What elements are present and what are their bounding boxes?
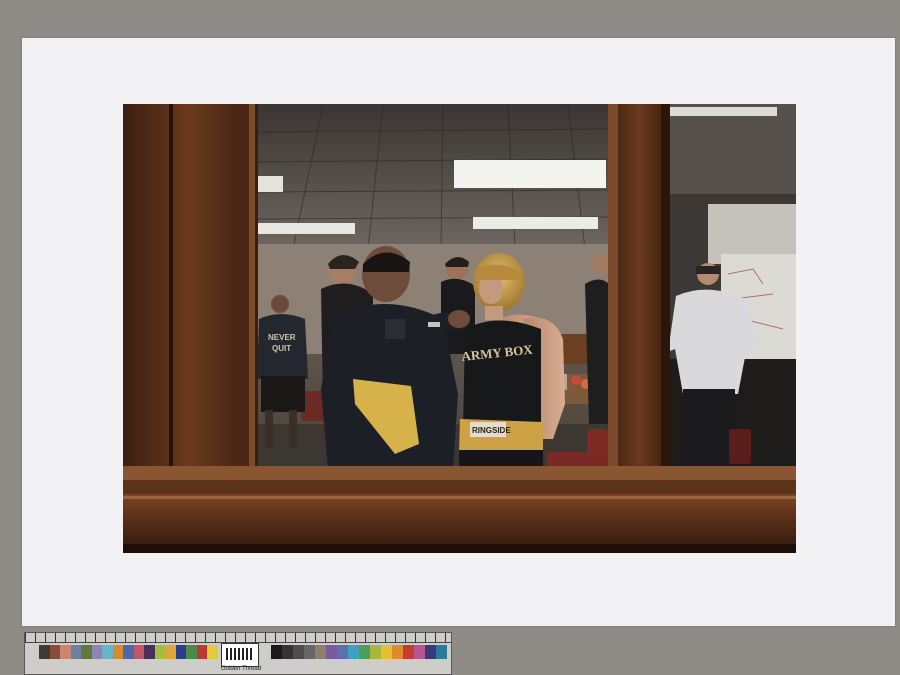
boxing-locker-room-scene: NEVER QUIT ARMY BOX RINGSIDE — [123, 104, 796, 553]
photograph: NEVER QUIT ARMY BOX RINGSIDE — [123, 104, 796, 553]
color-patch — [207, 645, 218, 659]
ruler-scale — [25, 633, 451, 643]
color-patch — [304, 645, 315, 659]
ceiling-light — [255, 223, 355, 234]
color-patch — [196, 645, 207, 659]
ceiling-light — [454, 160, 606, 188]
color-patch — [70, 645, 81, 659]
ceiling-light — [667, 107, 777, 116]
color-patch — [175, 645, 186, 659]
color-patch — [436, 645, 447, 659]
color-patches-left — [39, 645, 218, 659]
ceiling-light — [473, 217, 598, 229]
color-patch — [91, 645, 102, 659]
color-patches-right — [271, 645, 447, 659]
color-patch — [359, 645, 370, 659]
color-patch — [337, 645, 348, 659]
color-patch — [154, 645, 165, 659]
color-patch — [392, 645, 403, 659]
color-patch — [81, 645, 92, 659]
color-patch — [414, 645, 425, 659]
hoodie-text: QUIT — [272, 344, 291, 353]
color-patch — [348, 645, 359, 659]
color-patch — [282, 645, 293, 659]
calibration-center-block — [221, 643, 259, 667]
color-patch — [403, 645, 414, 659]
color-patch — [123, 645, 134, 659]
waistband-text: RINGSIDE — [472, 426, 511, 435]
color-patch — [102, 645, 113, 659]
color-patch — [370, 645, 381, 659]
color-patch — [60, 645, 71, 659]
coach-hand — [448, 310, 470, 328]
color-patch — [133, 645, 144, 659]
target-brand-label: Golden Thread — [221, 666, 262, 672]
color-patch — [144, 645, 155, 659]
boxing-tank-top — [463, 320, 541, 434]
color-patch — [293, 645, 304, 659]
color-patch — [381, 645, 392, 659]
room-right-window — [667, 104, 796, 469]
color-calibration-target: Golden Thread — [24, 632, 452, 675]
color-patch — [315, 645, 326, 659]
color-patch — [49, 645, 60, 659]
color-patch — [186, 645, 197, 659]
hoodie-text: NEVER — [268, 333, 296, 342]
color-patch — [165, 645, 176, 659]
color-patch — [39, 645, 50, 659]
ceiling-light — [255, 176, 283, 192]
color-patch — [271, 645, 282, 659]
color-patch — [326, 645, 337, 659]
color-patch — [425, 645, 436, 659]
color-patch — [112, 645, 123, 659]
